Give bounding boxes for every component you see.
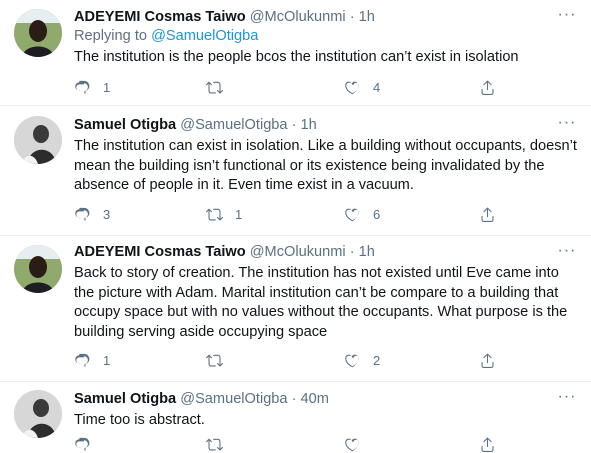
retweet-count: 1 xyxy=(235,206,243,222)
share-icon xyxy=(479,436,496,453)
retweet-icon xyxy=(206,206,223,223)
retweet-icon xyxy=(206,436,223,453)
share-button[interactable] xyxy=(479,351,508,369)
reply-count: 1 xyxy=(103,79,111,95)
tweet-text: Time too is abstract. xyxy=(74,412,205,428)
more-icon[interactable]: ··· xyxy=(557,243,577,264)
avatar[interactable] xyxy=(14,116,62,164)
tweet-time[interactable]: 1h xyxy=(359,244,375,260)
tweet-2[interactable]: Samuel Otigba @SamuelOtigba · 1h The ins… xyxy=(0,106,591,236)
share-button[interactable] xyxy=(479,205,508,223)
reply-count: 1 xyxy=(103,352,111,368)
reply-button[interactable]: 1 xyxy=(74,351,110,369)
separator: · xyxy=(349,244,355,260)
author-name[interactable]: ADEYEMI Cosmas Taiwo xyxy=(74,9,246,25)
tweet-3[interactable]: ADEYEMI Cosmas Taiwo @McOlukunmi · 1h Ba… xyxy=(0,236,591,382)
reply-button[interactable]: 1 xyxy=(74,78,110,96)
heart-icon xyxy=(344,352,361,369)
avatar-image xyxy=(14,390,62,438)
author-handle[interactable]: @SamuelOtigba xyxy=(180,117,287,133)
author-handle[interactable]: @McOlukunmi xyxy=(250,9,346,25)
more-icon[interactable]: ··· xyxy=(557,115,577,136)
author-handle[interactable]: @SamuelOtigba xyxy=(180,391,287,407)
share-icon xyxy=(479,79,496,96)
retweet-button[interactable] xyxy=(206,351,241,369)
heart-icon xyxy=(344,206,361,223)
tweet-time[interactable]: 1h xyxy=(301,117,317,133)
retweet-icon xyxy=(206,352,223,369)
like-count: 6 xyxy=(373,206,381,222)
avatar[interactable] xyxy=(14,9,62,57)
tweet-time[interactable]: 1h xyxy=(359,9,375,25)
replying-to-label: Replying to xyxy=(74,28,148,44)
reply-button[interactable] xyxy=(74,435,103,453)
tweet-4[interactable]: Samuel Otigba @SamuelOtigba · 40m Time t… xyxy=(0,382,591,442)
like-button[interactable]: 2 xyxy=(344,351,380,369)
avatar-image xyxy=(14,245,62,293)
separator: · xyxy=(291,391,297,407)
separator: · xyxy=(291,117,297,133)
share-button[interactable] xyxy=(479,435,508,453)
like-button[interactable]: 6 xyxy=(344,205,380,223)
author-handle[interactable]: @McOlukunmi xyxy=(250,244,346,260)
tweet-text: The institution can exist in isolation. … xyxy=(74,138,577,194)
reply-icon xyxy=(74,79,91,96)
separator: · xyxy=(349,9,355,25)
heart-icon xyxy=(344,436,361,453)
more-icon[interactable]: ··· xyxy=(557,7,577,28)
tweet-1[interactable]: ADEYEMI Cosmas Taiwo @McOlukunmi · 1h Re… xyxy=(0,0,591,106)
retweet-button[interactable] xyxy=(206,78,241,96)
author-name[interactable]: ADEYEMI Cosmas Taiwo xyxy=(74,244,246,260)
author-name[interactable]: Samuel Otigba xyxy=(74,117,176,133)
replying-to: Replying to @SamuelOtigba xyxy=(74,27,577,46)
avatar[interactable] xyxy=(14,390,62,438)
retweet-button[interactable] xyxy=(206,435,235,453)
more-icon[interactable]: ··· xyxy=(557,389,577,410)
author-name[interactable]: Samuel Otigba xyxy=(74,391,176,407)
replying-to-handle[interactable]: @SamuelOtigba xyxy=(151,28,258,44)
reply-icon xyxy=(74,352,91,369)
reply-icon xyxy=(74,436,91,453)
like-button[interactable] xyxy=(344,435,373,453)
reply-count: 3 xyxy=(103,206,111,222)
avatar-image xyxy=(14,116,62,164)
like-count: 2 xyxy=(373,352,381,368)
share-icon xyxy=(479,206,496,223)
avatar[interactable] xyxy=(14,245,62,293)
like-button[interactable]: 4 xyxy=(344,78,380,96)
tweet-text: Back to story of creation. The instituti… xyxy=(74,265,568,340)
reply-button[interactable]: 3 xyxy=(74,205,110,223)
tweet-text: The institution is the people bcos the i… xyxy=(74,49,519,65)
tweet-time[interactable]: 40m xyxy=(301,391,329,407)
retweet-button[interactable]: 1 xyxy=(206,205,242,223)
like-count: 4 xyxy=(373,79,381,95)
reply-icon xyxy=(74,206,91,223)
share-button[interactable] xyxy=(479,78,508,96)
share-icon xyxy=(479,352,496,369)
avatar-image xyxy=(14,9,62,57)
retweet-icon xyxy=(206,79,223,96)
heart-icon xyxy=(344,79,361,96)
